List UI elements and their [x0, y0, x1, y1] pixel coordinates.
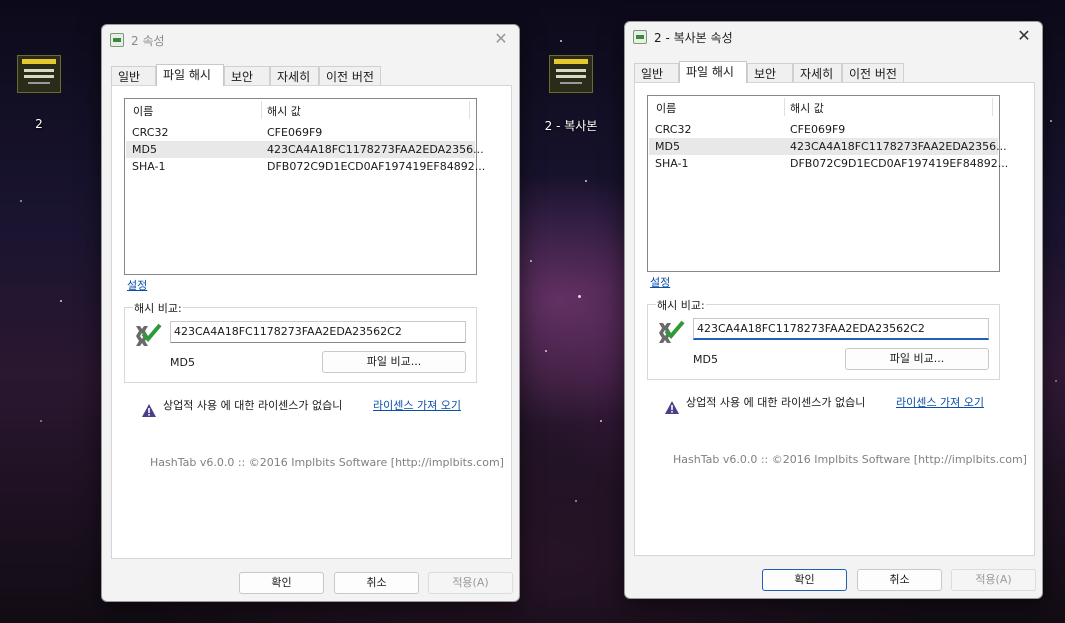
column-name[interactable]: 이름 [133, 103, 153, 119]
footer-copyright: HashTab v6.0.0 :: ©2016 Implbits Softwar… [673, 453, 1027, 466]
hash-compare-label: 해시 비교: [133, 300, 183, 316]
tab-security[interactable]: 보안 [224, 66, 270, 85]
tab-panel: 이름 해시 값 CRC32 CFE069F9 MD5 423CA4A18FC11… [634, 82, 1035, 556]
ok-button[interactable]: 확인 [762, 569, 847, 591]
desktop-file-copy-icon[interactable]: 2 - 복사본 [526, 55, 616, 134]
close-button[interactable]: ✕ [489, 28, 513, 50]
list-header: 이름 해시 값 [125, 99, 476, 121]
verify-checkmark-icon [136, 323, 162, 346]
hash-name: SHA-1 [655, 157, 689, 170]
file-thumbnail-icon [17, 55, 61, 93]
apply-button[interactable]: 적용(A) [428, 572, 513, 594]
tab-security[interactable]: 보안 [747, 63, 793, 82]
hash-list[interactable]: 이름 해시 값 CRC32 CFE069F9 MD5 423CA4A18FC11… [647, 95, 1008, 272]
hash-value: DFB072C9D1ECD0AF197419EF84892... [267, 160, 486, 173]
tab-previous-versions[interactable]: 이전 버전 [842, 63, 904, 82]
algorithm-label: MD5 [170, 356, 195, 369]
window-title: 2 - 복사본 속성 [654, 31, 733, 45]
tab-file-hash[interactable]: 파일 해시 [679, 61, 747, 83]
hash-name: CRC32 [132, 126, 169, 139]
apply-button[interactable]: 적용(A) [951, 569, 1036, 591]
hash-value: CFE069F9 [267, 126, 323, 139]
hash-value: CFE069F9 [790, 123, 846, 136]
hash-compare-group: 해시 비교: 423CA4A18FC1178273FAA2EDA23562C2 … [124, 300, 477, 383]
hash-name: SHA-1 [132, 160, 166, 173]
hash-compare-input[interactable]: 423CA4A18FC1178273FAA2EDA23562C2 [693, 318, 989, 340]
list-item[interactable]: SHA-1 DFB072C9D1ECD0AF197419EF84892... [649, 155, 1008, 172]
cancel-button[interactable]: 취소 [334, 572, 419, 594]
app-icon [633, 30, 647, 44]
list-item[interactable]: CRC32 CFE069F9 [649, 121, 998, 138]
title-bar[interactable]: 2 속성 ✕ [102, 25, 519, 53]
file-thumbnail-icon [549, 55, 593, 93]
get-license-link[interactable]: 라이센스 가져 오기 [373, 397, 461, 413]
list-item[interactable]: SHA-1 DFB072C9D1ECD0AF197419EF84892... [126, 158, 485, 175]
desktop-file-icon[interactable]: 2 [0, 55, 84, 131]
tab-previous-versions[interactable]: 이전 버전 [319, 66, 381, 85]
hash-list[interactable]: 이름 해시 값 CRC32 CFE069F9 MD5 423CA4A18FC11… [124, 98, 485, 275]
title-bar[interactable]: 2 - 복사본 속성 ✕ [625, 22, 1042, 50]
list-item-selected[interactable]: MD5 423CA4A18FC1178273FAA2EDA2356... [126, 141, 484, 158]
license-warning-text: 상업적 사용 에 대한 라이센스가 없습니 [686, 396, 866, 409]
hash-name: CRC32 [655, 123, 692, 136]
footer-copyright: HashTab v6.0.0 :: ©2016 Implbits Softwar… [150, 456, 504, 469]
desktop-icon-label: 2 - 복사본 [544, 119, 598, 133]
hash-value: 423CA4A18FC1178273FAA2EDA2356... [790, 140, 1007, 153]
tab-details[interactable]: 자세히 [270, 66, 319, 85]
close-icon: ✕ [1017, 26, 1031, 45]
column-hash-value[interactable]: 해시 값 [267, 103, 301, 119]
app-icon [110, 33, 124, 47]
hash-compare-label: 해시 비교: [656, 297, 706, 313]
list-item[interactable]: CRC32 CFE069F9 [126, 124, 475, 141]
tab-general[interactable]: 일반 [111, 66, 156, 85]
hash-value: DFB072C9D1ECD0AF197419EF84892... [790, 157, 1009, 170]
column-name[interactable]: 이름 [656, 100, 676, 116]
algorithm-label: MD5 [693, 353, 718, 366]
hash-compare-group: 해시 비교: 423CA4A18FC1178273FAA2EDA23562C2 … [647, 297, 1000, 380]
compare-file-button[interactable]: 파일 비교... [322, 351, 466, 373]
properties-dialog: 2 속성 ✕ 일반 파일 해시 보안 자세히 이전 버전 이름 해시 값 CRC… [101, 24, 520, 602]
list-item-selected[interactable]: MD5 423CA4A18FC1178273FAA2EDA2356... [649, 138, 1007, 155]
window-title: 2 속성 [131, 34, 165, 48]
list-header: 이름 해시 값 [648, 96, 999, 118]
settings-link[interactable]: 설정 [127, 277, 147, 293]
hash-name: MD5 [655, 140, 680, 153]
cancel-button[interactable]: 취소 [857, 569, 942, 591]
hash-name: MD5 [132, 143, 157, 156]
settings-link[interactable]: 설정 [650, 274, 670, 290]
desktop-icon-label: 2 [35, 117, 43, 131]
hash-value: 423CA4A18FC1178273FAA2EDA2356... [267, 143, 484, 156]
tab-general[interactable]: 일반 [634, 63, 679, 82]
hash-compare-input[interactable]: 423CA4A18FC1178273FAA2EDA23562C2 [170, 321, 466, 343]
warning-icon [142, 404, 156, 417]
properties-dialog-copy: 2 - 복사본 속성 ✕ 일반 파일 해시 보안 자세히 이전 버전 이름 해시… [624, 21, 1043, 599]
tab-panel: 이름 해시 값 CRC32 CFE069F9 MD5 423CA4A18FC11… [111, 85, 512, 559]
warning-icon [665, 401, 679, 414]
tab-file-hash[interactable]: 파일 해시 [156, 64, 224, 86]
verify-checkmark-icon [659, 320, 685, 343]
ok-button[interactable]: 확인 [239, 572, 324, 594]
close-button[interactable]: ✕ [1012, 25, 1036, 47]
tab-details[interactable]: 자세히 [793, 63, 842, 82]
get-license-link[interactable]: 라이센스 가져 오기 [896, 394, 984, 410]
compare-file-button[interactable]: 파일 비교... [845, 348, 989, 370]
column-hash-value[interactable]: 해시 값 [790, 100, 824, 116]
license-warning-text: 상업적 사용 에 대한 라이센스가 없습니 [163, 399, 343, 412]
close-icon: ✕ [494, 29, 508, 48]
